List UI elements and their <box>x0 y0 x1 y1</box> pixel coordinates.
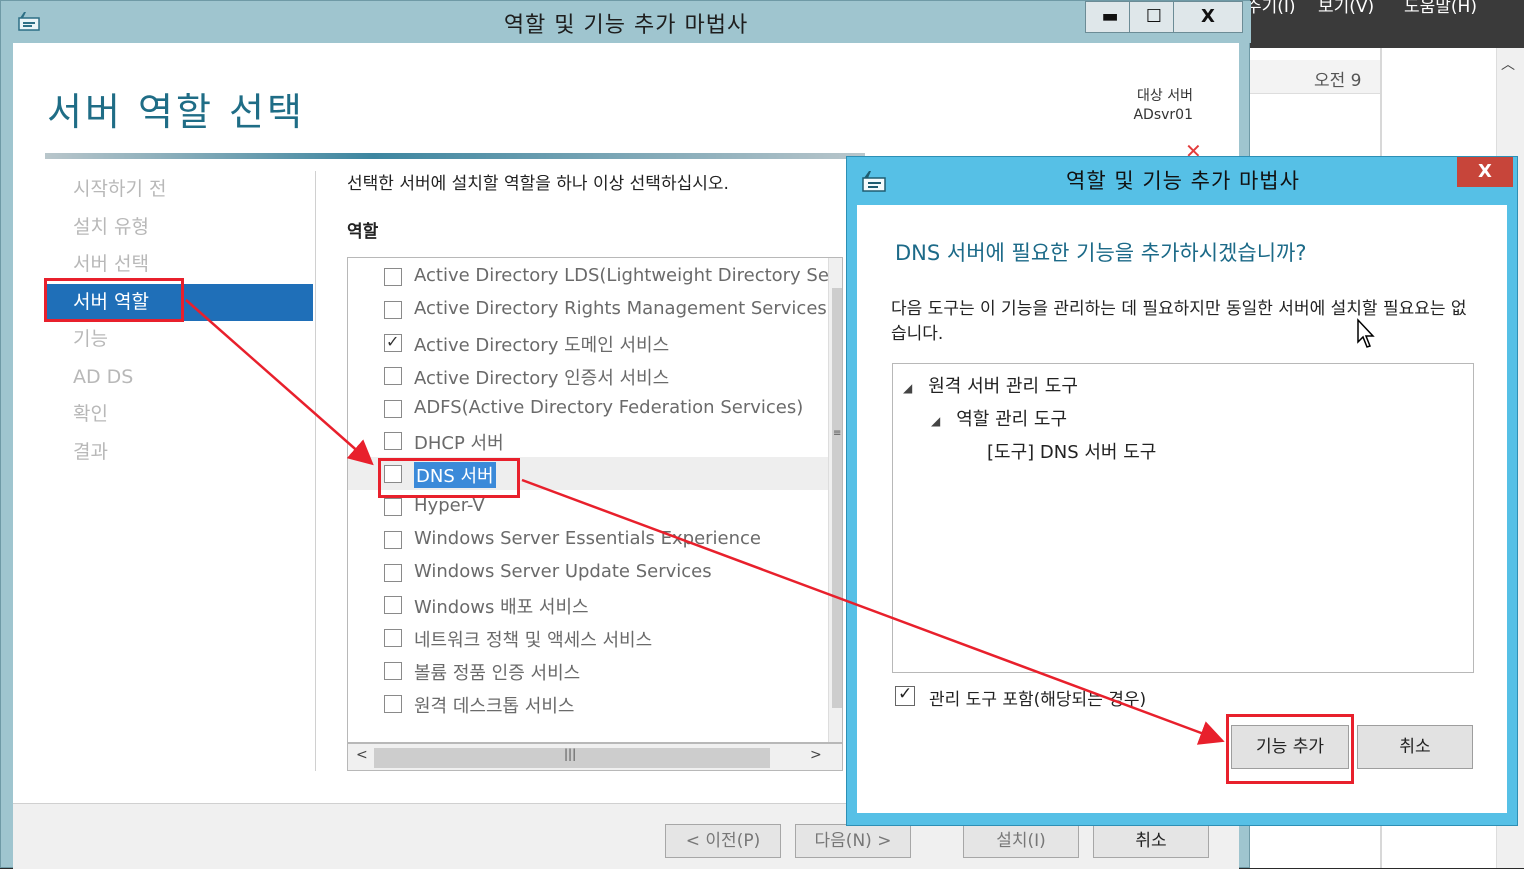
role-checkbox[interactable] <box>384 268 402 286</box>
nav-item-features[interactable]: 기능 <box>45 321 313 359</box>
tree-node-label: 원격 서버 관리 도구 <box>928 376 1078 397</box>
role-label: 네트워크 정책 및 액세스 서비스 <box>414 630 653 651</box>
tree-node[interactable]: ◢ 원격 서버 관리 도구 <box>903 372 1078 398</box>
menu-item-view[interactable]: 보기(V) <box>1318 0 1374 17</box>
role-checkbox[interactable] <box>384 564 402 582</box>
roles-vertical-scrollbar[interactable]: ≡ <box>828 258 842 742</box>
tree-node-label: [도구] DNS 서버 도구 <box>987 442 1157 463</box>
grip-icon: ≡ <box>833 428 842 439</box>
role-checkbox[interactable] <box>384 629 402 647</box>
role-label: Hyper-V <box>414 495 485 516</box>
annotation-box-add-features <box>1226 714 1354 784</box>
role-checkbox[interactable] <box>384 596 402 614</box>
feature-tree[interactable]: ◢ 원격 서버 관리 도구 ◢ 역할 관리 도구 [도구] DNS 서버 도구 <box>892 363 1474 673</box>
minimize-button[interactable]: ▬ <box>1085 1 1135 33</box>
role-label: Active Directory LDS(Lightweight Directo… <box>414 265 843 286</box>
role-label: Windows Server Update Services <box>414 561 712 582</box>
role-label: DHCP 서버 <box>414 433 504 454</box>
annotation-box-nav <box>44 278 184 322</box>
include-tools-label: 관리 도구 포함(해당되는 경우) <box>929 690 1147 710</box>
role-checkbox[interactable] <box>384 432 402 450</box>
expand-triangle-icon[interactable]: ◢ <box>931 414 940 428</box>
role-checkbox[interactable] <box>384 498 402 516</box>
nav-item-installation-type[interactable]: 설치 유형 <box>45 209 313 247</box>
role-checkbox[interactable] <box>384 531 402 549</box>
role-row[interactable]: Windows 배포 서비스 <box>348 588 828 621</box>
dialog-cancel-button[interactable]: 취소 <box>1357 725 1473 769</box>
instruction-text: 선택한 서버에 설치할 역할을 하나 이상 선택하십시오. <box>347 174 729 194</box>
role-label: 원격 데스크톱 서비스 <box>414 696 575 717</box>
tree-node-label: 역할 관리 도구 <box>956 409 1068 430</box>
role-row[interactable]: DHCP 서버 <box>348 424 828 457</box>
mouse-cursor-icon <box>1357 318 1375 348</box>
nav-item-confirmation[interactable]: 확인 <box>45 396 313 434</box>
chevron-up-icon[interactable]: ︿ <box>1501 54 1515 74</box>
dialog-description: 다음 도구는 이 기능을 관리하는 데 필요하지만 동일한 서버에 설치할 필요… <box>891 299 1467 344</box>
role-label: Windows Server Essentials Experience <box>414 528 762 549</box>
main-window-title: 역할 및 기능 추가 마법사 <box>503 13 749 38</box>
maximize-button[interactable]: ☐ <box>1129 1 1179 33</box>
role-row[interactable]: Windows Server Essentials Experience <box>348 523 828 556</box>
background-menu-bar: 주기(I) 보기(V) 도움말(H) <box>1240 0 1524 48</box>
chevron-left-icon[interactable]: < <box>356 747 368 763</box>
destination-label: 대상 서버 <box>1137 88 1193 104</box>
role-row[interactable]: 네트워크 정책 및 액세스 서비스 <box>348 621 828 654</box>
role-row[interactable]: Active Directory 도메인 서비스 <box>348 326 828 359</box>
roles-heading: 역할 <box>347 222 379 242</box>
role-checkbox[interactable] <box>384 301 402 319</box>
role-row[interactable]: Active Directory 인증서 서비스 <box>348 359 828 392</box>
role-label: Active Directory 인증서 서비스 <box>414 368 670 389</box>
role-checkbox-checked[interactable] <box>384 332 402 352</box>
page-title: 서버 역할 선택 <box>47 90 305 134</box>
chevron-right-icon[interactable]: > <box>810 747 822 763</box>
role-label: Active Directory 도메인 서비스 <box>414 335 670 356</box>
role-label: 볼륨 정품 인증 서비스 <box>414 663 581 684</box>
role-row[interactable]: 원격 데스크톱 서비스 <box>348 687 828 720</box>
add-features-dialog: 역할 및 기능 추가 마법사 X DNS 서버에 필요한 기능을 추가하시겠습니… <box>846 156 1518 826</box>
role-label: Active Directory Rights Management Servi… <box>414 298 827 319</box>
next-button[interactable]: 다음(N) > <box>795 824 911 858</box>
nav-item-results[interactable]: 결과 <box>45 434 313 472</box>
previous-button[interactable]: < 이전(P) <box>665 824 781 858</box>
role-checkbox[interactable] <box>384 367 402 385</box>
role-label: Windows 배포 서비스 <box>414 597 589 618</box>
role-checkbox[interactable] <box>384 662 402 680</box>
menu-item-help[interactable]: 도움말(H) <box>1404 0 1477 17</box>
menu-item-fragment[interactable]: 주기(I) <box>1246 0 1296 17</box>
nav-item-before-you-begin[interactable]: 시작하기 전 <box>45 171 313 209</box>
roles-horizontal-scrollbar[interactable]: < ||| > <box>347 743 843 771</box>
scroll-thumb[interactable] <box>832 288 842 708</box>
nav-divider <box>315 171 316 771</box>
role-row[interactable]: Active Directory Rights Management Servi… <box>348 293 828 326</box>
role-row[interactable]: Windows Server Update Services <box>348 556 828 589</box>
include-tools-checkbox[interactable] <box>895 684 915 706</box>
role-checkbox[interactable] <box>384 695 402 713</box>
roles-list[interactable]: Active Directory LDS(Lightweight Directo… <box>347 257 843 743</box>
cancel-button[interactable]: 취소 <box>1093 824 1209 858</box>
destination-server: ADsvr01 <box>1133 107 1193 123</box>
close-button[interactable]: X <box>1173 1 1243 33</box>
grip-icon: ||| <box>564 747 577 761</box>
expand-triangle-icon[interactable]: ◢ <box>903 381 912 395</box>
role-row[interactable]: Active Directory LDS(Lightweight Directo… <box>348 260 842 293</box>
dialog-client: DNS 서버에 필요한 기능을 추가하시겠습니까? 다음 도구는 이 기능을 관… <box>857 205 1507 813</box>
tree-node[interactable]: [도구] DNS 서버 도구 <box>987 438 1156 464</box>
role-row[interactable]: 볼륨 정품 인증 서비스 <box>348 654 828 687</box>
dialog-title: 역할 및 기능 추가 마법사 <box>1066 169 1300 193</box>
header-divider <box>45 153 865 159</box>
role-row[interactable]: ADFS(Active Directory Federation Service… <box>348 392 828 425</box>
nav-item-ad-ds[interactable]: AD DS <box>45 359 313 397</box>
time-cell: 오전 9 <box>1250 60 1380 94</box>
main-titlebar[interactable]: 역할 및 기능 추가 마법사 ▬ ☐ X <box>1 1 1251 43</box>
role-checkbox[interactable] <box>384 400 402 418</box>
annotation-box-dns <box>378 458 520 498</box>
dialog-close-button[interactable]: X <box>1457 157 1513 187</box>
tree-node[interactable]: ◢ 역할 관리 도구 <box>931 405 1067 431</box>
install-button[interactable]: 설치(I) <box>963 824 1079 858</box>
role-label: ADFS(Active Directory Federation Service… <box>414 397 804 418</box>
dialog-question: DNS 서버에 필요한 기능을 추가하시겠습니까? <box>895 241 1307 265</box>
